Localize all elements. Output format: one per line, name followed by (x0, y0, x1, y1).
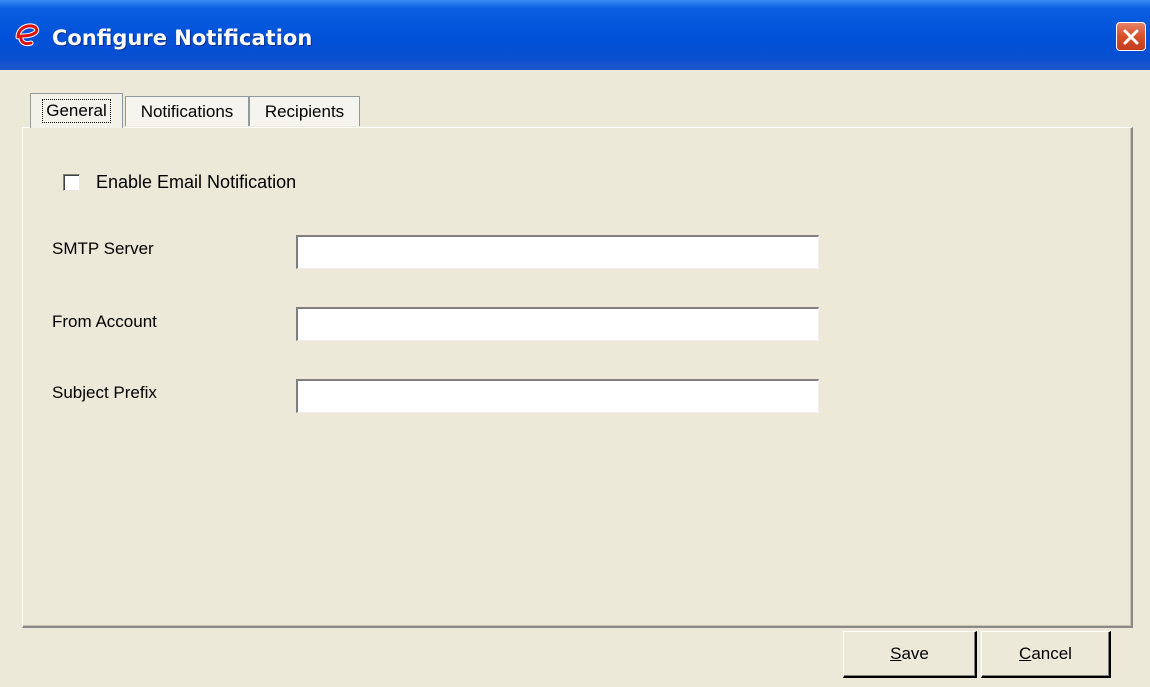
general-tab-panel (22, 127, 1133, 628)
cancel-button[interactable]: Cancel (981, 631, 1111, 678)
smtp-server-label: SMTP Server (52, 239, 154, 258)
enable-email-label[interactable]: Enable Email Notification (96, 172, 296, 193)
tab-recipients[interactable]: Recipients (249, 96, 360, 126)
subject-prefix-input[interactable] (296, 379, 819, 413)
window-title: Configure Notification (52, 26, 313, 50)
title-bar[interactable]: Configure Notification (0, 0, 1150, 70)
cancel-label-rest: ancel (1031, 644, 1072, 663)
tab-strip: General Notifications Recipients (22, 92, 1134, 130)
from-account-label: From Account (52, 312, 157, 331)
tab-general-label: General (42, 99, 111, 123)
save-mnemonic: S (890, 644, 902, 663)
enable-email-checkbox[interactable] (63, 174, 80, 191)
smtp-server-input[interactable] (296, 235, 819, 269)
tab-recipients-label: Recipients (264, 101, 345, 121)
close-button[interactable] (1116, 22, 1146, 51)
from-account-input[interactable] (296, 307, 819, 341)
cancel-mnemonic: C (1019, 644, 1032, 663)
save-button[interactable]: Save (843, 631, 977, 678)
configure-notification-dialog: Configure Notification General Notificat… (0, 0, 1150, 687)
tab-notifications-label: Notifications (140, 101, 234, 121)
tab-general[interactable]: General (30, 93, 123, 128)
close-icon (1123, 29, 1139, 45)
tab-notifications[interactable]: Notifications (125, 96, 249, 126)
save-label-rest: ave (901, 644, 929, 663)
app-e-logo-icon (14, 23, 40, 47)
subject-prefix-label: Subject Prefix (52, 383, 157, 402)
